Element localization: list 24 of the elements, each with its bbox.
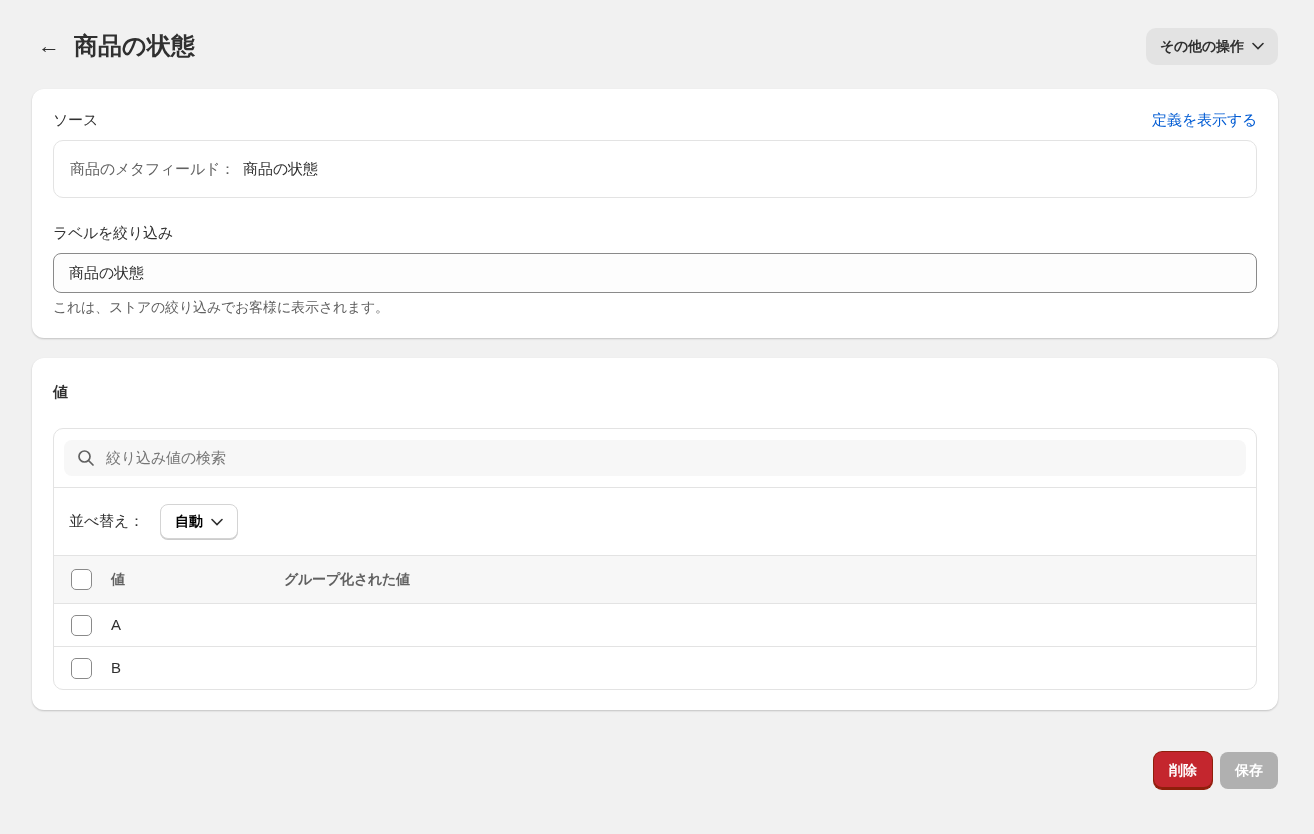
sort-dropdown[interactable]: 自動 [160, 504, 238, 539]
definition-link[interactable]: 定義を表示する [1152, 109, 1257, 132]
search-field[interactable]: 絞り込み値の検索 [64, 439, 1246, 476]
chevron-icon [1252, 42, 1264, 50]
field-label: ラベルを絞り込み [53, 223, 174, 243]
source-prefix: 商品のメタフィールド： [70, 158, 235, 179]
label-input-field[interactable]: 商品の状態 [53, 252, 1257, 293]
action-button[interactable]: 削除 [1154, 752, 1212, 789]
field-label: ソース [53, 110, 98, 130]
checkbox[interactable] [71, 569, 92, 590]
column-header: グループ化された値 [284, 570, 410, 589]
table-cell-text: B [110, 657, 122, 678]
help-text: これは、ストアの絞り込みでお客様に表示されます。 [53, 298, 390, 317]
card-title: 値 [53, 382, 69, 402]
more-actions-button[interactable]: その他の操作 [1146, 27, 1278, 65]
source-value: 商品の状態 [243, 158, 318, 179]
checkbox[interactable] [71, 657, 92, 679]
back-button[interactable]: ← [32, 35, 66, 57]
checkbox[interactable] [71, 614, 92, 636]
chevron-icon [211, 517, 223, 526]
column-header: 値 [110, 570, 126, 589]
table-cell-text: A [110, 614, 122, 635]
page-title: 商品の状態 [74, 31, 195, 61]
sort-label: 並べ替え： [69, 511, 144, 532]
